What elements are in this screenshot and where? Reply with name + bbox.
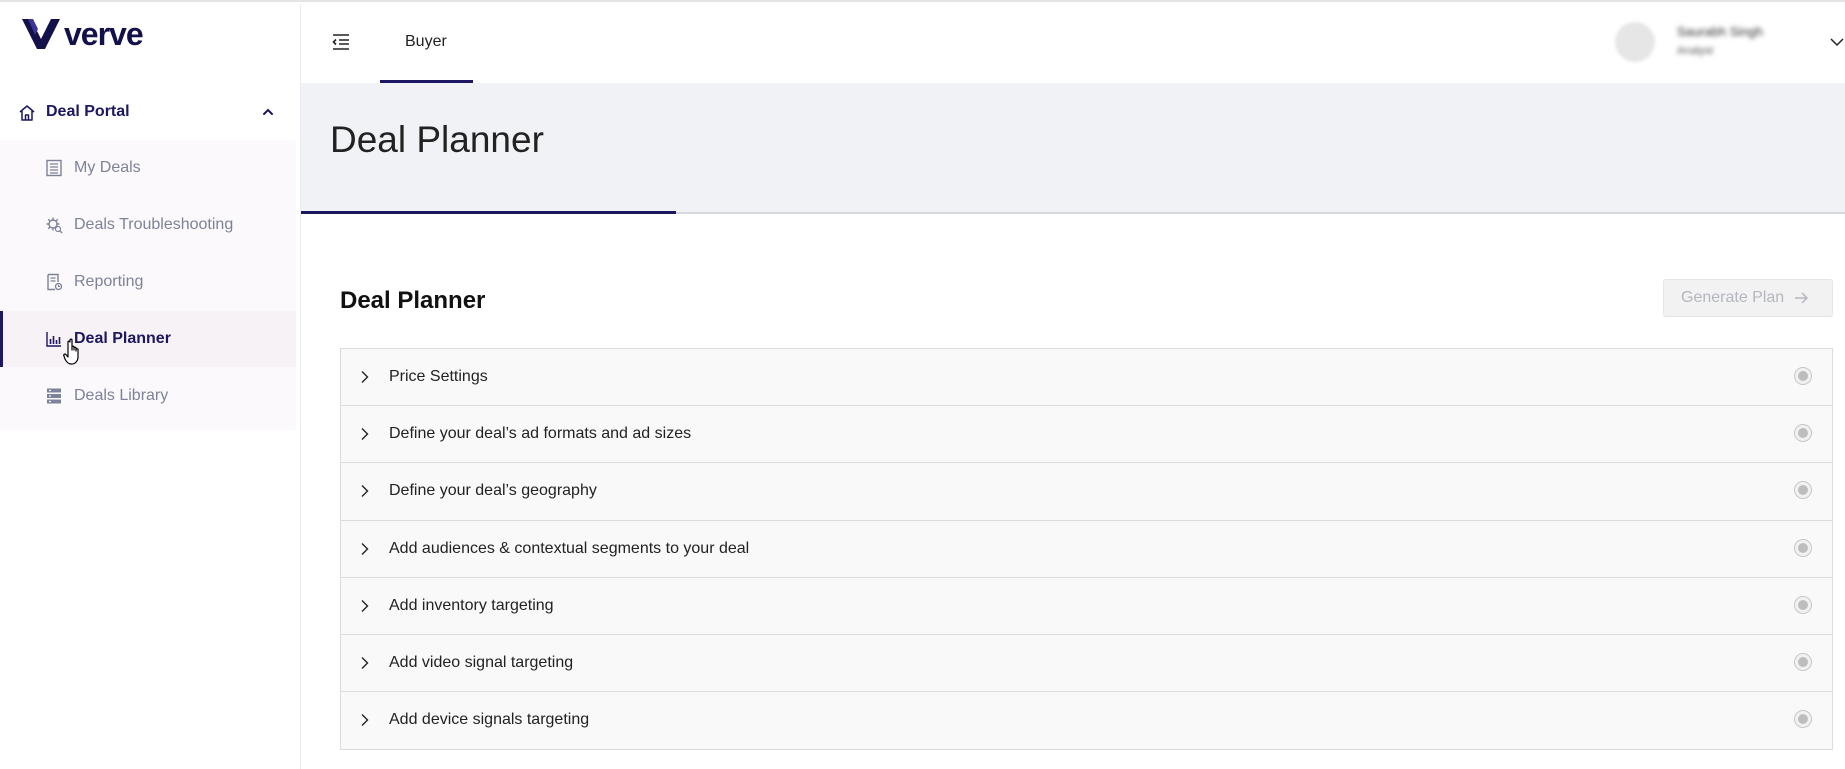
accordion-item-label: Add inventory targeting	[389, 596, 554, 614]
sidebar-item-reporting[interactable]: Reporting	[0, 254, 296, 310]
accordion-item-label: Add video signal targeting	[389, 653, 574, 671]
collapse-menu-icon[interactable]	[329, 30, 353, 54]
brand-name: verve	[64, 16, 144, 52]
chevron-down-icon	[1830, 38, 1844, 47]
verve-logo[interactable]: verve	[22, 16, 144, 52]
library-icon	[47, 388, 61, 404]
chevron-right-icon	[361, 485, 369, 498]
accordion-item-video-signal[interactable]: Add video signal targeting	[341, 635, 1832, 693]
user-role: Analyst	[1677, 45, 1714, 57]
arrow-right-icon	[1795, 292, 1809, 304]
sidebar-item-my-deals[interactable]: My Deals	[0, 140, 296, 196]
chevron-right-icon	[361, 428, 369, 441]
sidebar-item-label: Deal Planner	[74, 330, 171, 347]
verve-logo-mark-icon	[22, 19, 60, 49]
user-menu[interactable]: Saurabh Singh Analyst	[1615, 18, 1845, 64]
page-header: Deal Planner	[301, 83, 1845, 213]
deal-portal-toggle[interactable]: Deal Portal	[0, 90, 301, 134]
sidebar-item-deal-planner[interactable]: Deal Planner	[0, 311, 296, 367]
accordion-item-label: Add audiences & contextual segments to y…	[389, 539, 750, 557]
accordion-item-geography[interactable]: Define your deal’s geography	[341, 463, 1832, 521]
generate-plan-label: Generate Plan	[1681, 289, 1785, 306]
chevron-right-icon	[361, 714, 369, 727]
accordion-item-label: Define your deal’s geography	[389, 482, 597, 500]
home-icon	[19, 105, 35, 121]
accordion-item-audiences[interactable]: Add audiences & contextual segments to y…	[341, 521, 1832, 578]
tab-buyer[interactable]: Buyer	[380, 4, 473, 83]
status-radio-icon	[1794, 710, 1812, 729]
deal-portal-label: Deal Portal	[46, 103, 130, 120]
status-radio-icon	[1794, 595, 1812, 614]
generate-plan-button[interactable]: Generate Plan	[1663, 279, 1833, 317]
sidebar-item-label: Reporting	[74, 273, 144, 290]
sidebar-item-label: Deals Library	[74, 387, 169, 404]
accordion-item-inventory[interactable]: Add inventory targeting	[341, 578, 1832, 635]
status-radio-icon	[1794, 652, 1812, 671]
bar-chart-icon	[46, 332, 61, 347]
tab-buyer-label: Buyer	[405, 33, 447, 50]
status-radio-icon	[1794, 538, 1812, 557]
sidebar-item-label: My Deals	[74, 159, 141, 176]
status-radio-icon	[1794, 424, 1812, 443]
header-progress-indicator	[301, 211, 676, 214]
avatar	[1615, 22, 1655, 62]
page-title: Deal Planner	[330, 119, 544, 160]
accordion-item-price-settings[interactable]: Price Settings	[341, 349, 1832, 407]
deal-planner-accordion: Price Settings Define your deal’s ad for…	[340, 348, 1833, 751]
chevron-right-icon	[361, 542, 369, 555]
accordion-item-label: Add device signals targeting	[389, 711, 590, 729]
sidebar-item-deals-troubleshooting[interactable]: Deals Troubleshooting	[0, 197, 296, 253]
user-name: Saurabh Singh	[1677, 24, 1764, 39]
top-bar: Buyer Saurabh Singh Analyst	[301, 4, 1845, 83]
accordion-item-label: Price Settings	[389, 368, 488, 385]
sidebar: verve Deal Portal My Deals Deals Trouble…	[0, 4, 301, 769]
gear-search-icon	[46, 217, 63, 234]
sidebar-item-label: Deals Troubleshooting	[74, 216, 234, 233]
accordion-item-ad-formats[interactable]: Define your deal’s ad formats and ad siz…	[341, 406, 1832, 464]
section-title: Deal Planner	[340, 287, 486, 314]
status-radio-icon	[1794, 367, 1812, 385]
report-icon	[47, 273, 63, 291]
accordion-item-label: Define your deal’s ad formats and ad siz…	[389, 425, 692, 443]
chevron-right-icon	[361, 371, 369, 383]
deal-portal-submenu: My Deals Deals Troubleshooting Reporting	[0, 140, 296, 430]
status-radio-icon	[1794, 481, 1812, 500]
sidebar-item-deals-library[interactable]: Deals Library	[0, 368, 296, 424]
chevron-right-icon	[361, 599, 369, 612]
building-icon	[46, 159, 62, 177]
chevron-up-icon	[263, 108, 273, 115]
chevron-right-icon	[361, 656, 369, 669]
accordion-item-device-signals[interactable]: Add device signals targeting	[341, 692, 1832, 749]
